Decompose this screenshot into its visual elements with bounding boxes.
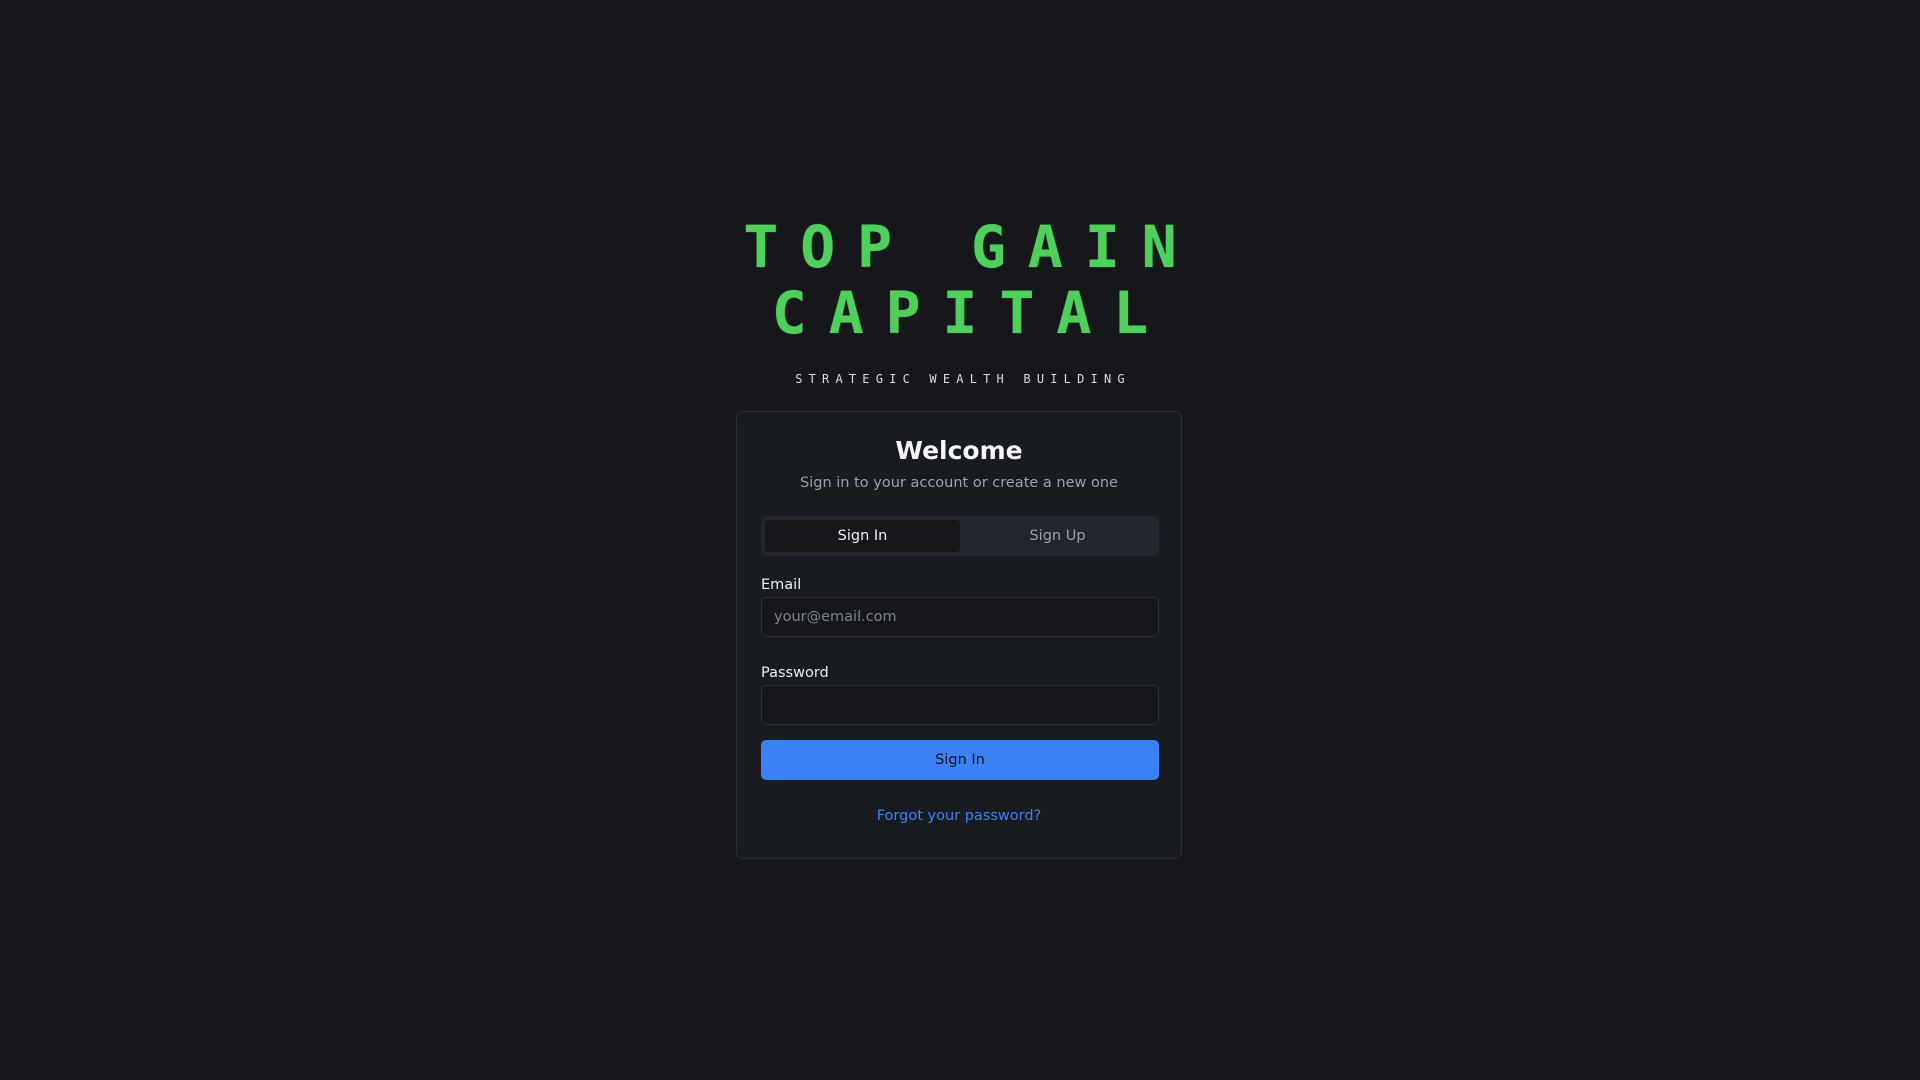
brand-tagline: STRATEGIC WEALTH BUILDING	[795, 372, 1131, 386]
card-title: Welcome	[895, 436, 1023, 465]
sign-in-button[interactable]: Sign In	[761, 740, 1159, 780]
tab-sign-in[interactable]: Sign In	[765, 520, 960, 552]
email-label: Email	[761, 577, 802, 593]
card-subtitle: Sign in to your account or create a new …	[800, 475, 1118, 491]
tab-sign-up[interactable]: Sign Up	[960, 520, 1155, 552]
email-field[interactable]	[761, 597, 1159, 637]
password-label: Password	[761, 665, 829, 681]
auth-tabs: Sign In Sign Up	[761, 516, 1159, 556]
auth-card: Welcome Sign in to your account or creat…	[736, 411, 1182, 859]
auth-page: TOP GAIN CAPITAL STRATEGIC WEALTH BUILDI…	[0, 0, 1920, 1080]
logo-line-1: TOP GAIN	[743, 213, 1199, 281]
brand-header: TOP GAIN CAPITAL STRATEGIC WEALTH BUILDI…	[0, 214, 1920, 386]
password-field[interactable]	[761, 685, 1159, 725]
logo-line-2: CAPITAL	[771, 279, 1171, 347]
forgot-password-link[interactable]: Forgot your password?	[737, 806, 1181, 826]
